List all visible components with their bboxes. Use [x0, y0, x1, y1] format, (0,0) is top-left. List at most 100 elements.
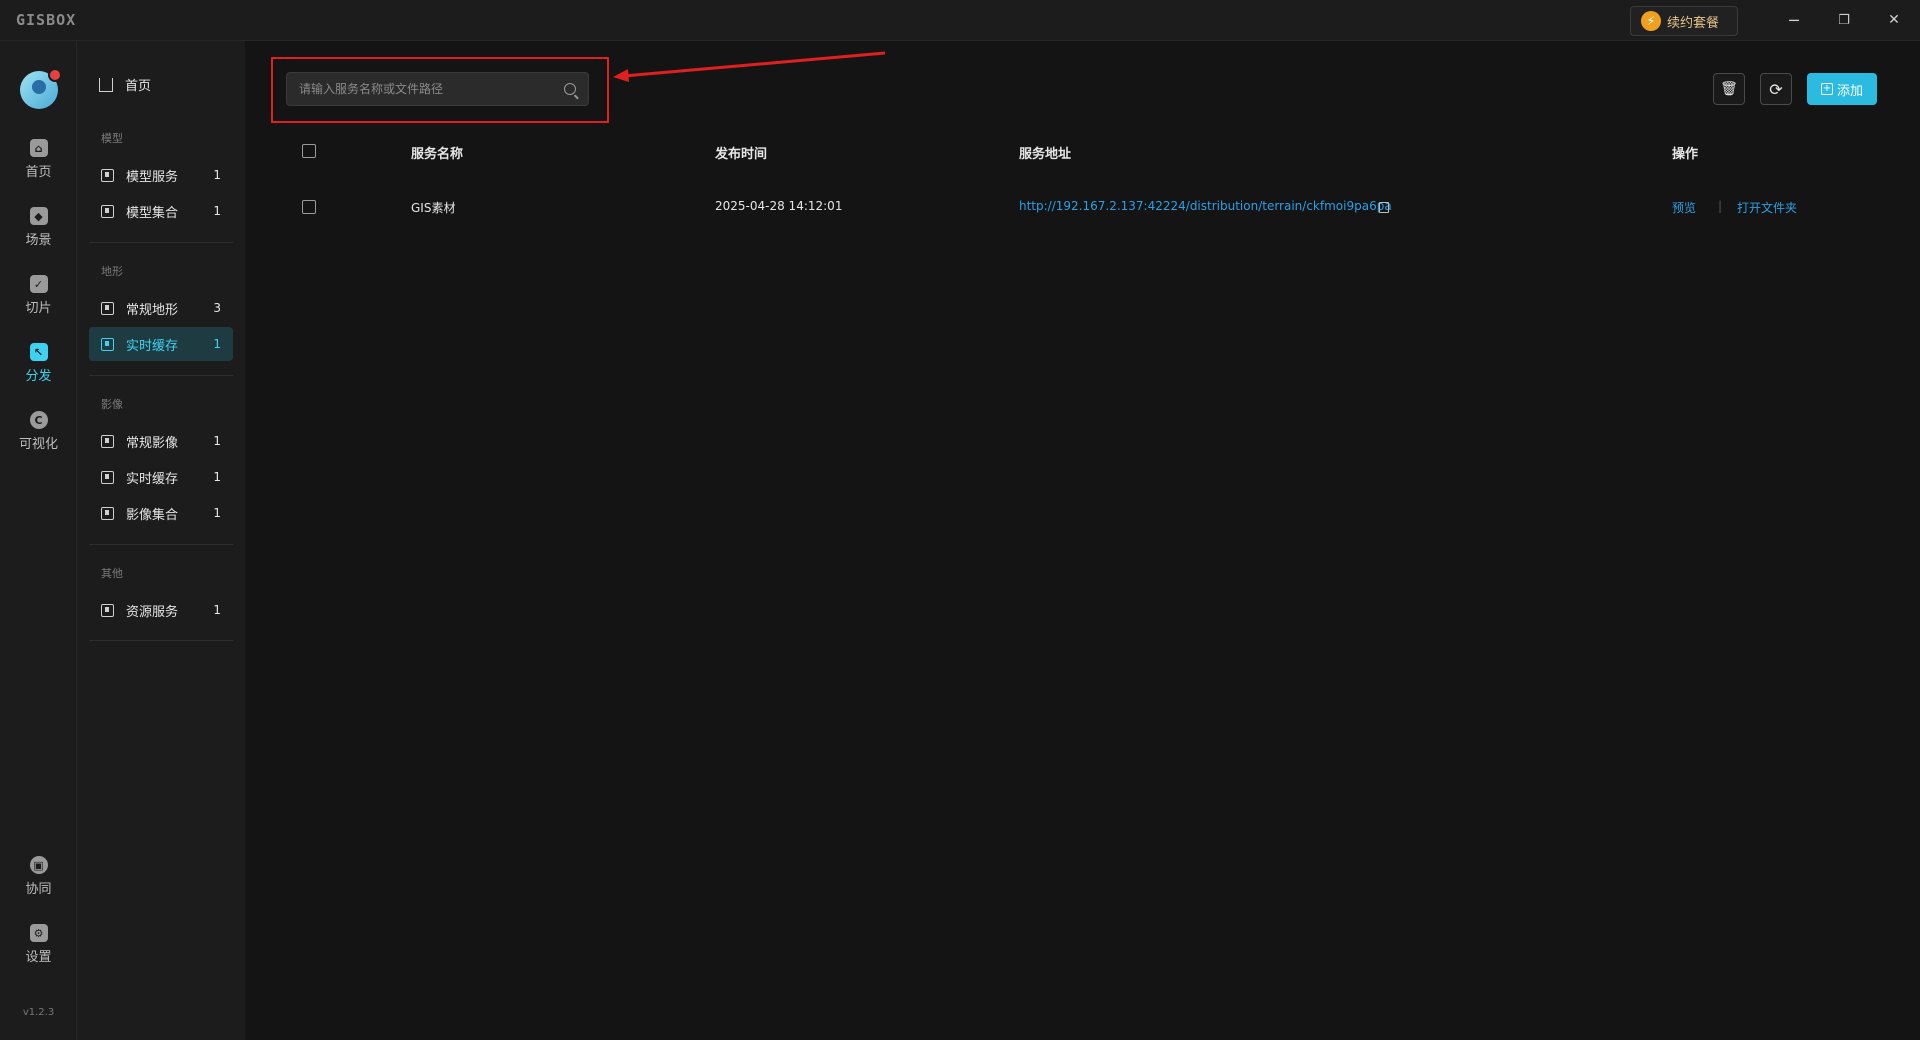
sidebar-item-label: 模型服务 — [126, 169, 179, 185]
divider — [89, 640, 233, 641]
sidebar-item-terrain-regular[interactable]: 常规地形 3 — [89, 291, 233, 325]
search-box[interactable] — [286, 72, 589, 106]
rail-item-label: 可视化 — [18, 437, 58, 452]
renew-plan-label: 续约套餐 — [1667, 15, 1720, 31]
row-checkbox[interactable] — [302, 200, 316, 214]
minimize-button[interactable]: ─ — [1782, 8, 1806, 32]
model-icon — [101, 204, 114, 218]
rail-item-label: 首页 — [25, 165, 52, 180]
rail-item-label: 切片 — [25, 301, 52, 316]
rail-item-slice[interactable]: ✓ 切片 — [0, 275, 77, 331]
sidebar-item-resource-service[interactable]: 资源服务 1 — [89, 593, 233, 627]
column-header-name: 服务名称 — [411, 147, 464, 162]
sidebar-item-label: 影像集合 — [126, 507, 179, 523]
secondary-sidebar: 首页 模型 模型服务 1 模型集合 1 地形 常规地形 3 实时缓存 1 影像 … — [77, 41, 245, 1040]
rail-item-label: 场景 — [25, 233, 52, 248]
select-all-checkbox[interactable] — [302, 144, 316, 158]
version-label: v1.2.3 — [22, 1007, 55, 1018]
sidebar-item-label: 实时缓存 — [126, 338, 179, 354]
imagery-icon — [101, 470, 114, 484]
copy-icon[interactable] — [1379, 202, 1389, 213]
model-icon — [101, 168, 114, 182]
rail-item-scene[interactable]: ◆ 场景 — [0, 207, 77, 263]
sidebar-item-label: 常规地形 — [126, 302, 179, 318]
slice-icon: ✓ — [29, 275, 48, 293]
rail-item-label: 设置 — [25, 950, 52, 965]
search-input[interactable] — [299, 82, 564, 96]
visualize-icon: C — [29, 411, 48, 429]
rail-item-visualize[interactable]: C 可视化 — [0, 411, 77, 467]
section-title-imagery: 影像 — [101, 398, 123, 411]
terrain-icon — [101, 301, 114, 315]
trash-icon: 🗑 — [1720, 81, 1738, 97]
rail-item-label: 分发 — [25, 369, 52, 384]
sidebar-item-imagery-realtime-cache[interactable]: 实时缓存 1 — [89, 460, 233, 494]
settings-icon: ⚙ — [29, 924, 48, 942]
sidebar-item-label: 常规影像 — [126, 435, 179, 451]
item-count: 1 — [213, 506, 221, 520]
item-count: 3 — [213, 301, 221, 315]
renew-plan-button[interactable]: ⚡ 续约套餐 — [1630, 6, 1738, 36]
home-icon: ⌂ — [29, 139, 48, 157]
sidebar-item-label: 首页 — [125, 79, 152, 94]
column-header-actions: 操作 — [1672, 147, 1699, 162]
resource-icon — [101, 603, 114, 617]
notification-badge — [48, 68, 62, 82]
column-header-address: 服务地址 — [1019, 147, 1072, 162]
sidebar-item-model-collection[interactable]: 模型集合 1 — [89, 194, 233, 228]
sidebar-item-label: 资源服务 — [126, 604, 179, 620]
refresh-button[interactable]: ⟳ — [1760, 73, 1792, 105]
distribute-icon: ↖ — [29, 343, 48, 361]
rail-item-home[interactable]: ⌂ 首页 — [0, 139, 77, 195]
terrain-icon — [101, 337, 114, 351]
item-count: 1 — [213, 204, 221, 218]
row-service-url[interactable]: http://192.167.2.137:42224/distribution/… — [1019, 199, 1392, 213]
preview-link[interactable]: 预览 — [1672, 199, 1696, 216]
sidebar-item-imagery-collection[interactable]: 影像集合 1 — [89, 496, 233, 530]
section-title-terrain: 地形 — [101, 265, 123, 278]
search-icon[interactable] — [564, 83, 576, 95]
restore-button[interactable]: ❐ — [1832, 8, 1856, 32]
sidebar-item-home[interactable]: 首页 — [99, 75, 151, 94]
item-count: 1 — [213, 168, 221, 182]
action-separator: | — [1718, 199, 1723, 213]
rail-item-label: 协同 — [25, 882, 52, 897]
column-header-time: 发布时间 — [715, 147, 768, 162]
sidebar-item-model-service[interactable]: 模型服务 1 — [89, 158, 233, 192]
lock-icon: ▣ — [29, 856, 48, 874]
home-icon — [99, 77, 113, 92]
section-title-model: 模型 — [101, 132, 123, 145]
plus-icon: + — [1820, 83, 1833, 95]
row-publish-time: 2025-04-28 14:12:01 — [715, 199, 843, 213]
item-count: 1 — [213, 603, 221, 617]
add-button-label: 添加 — [1836, 83, 1863, 99]
rail-item-collaborate[interactable]: ▣ 协同 — [0, 856, 77, 912]
title-bar: GISBOX ⚡ 续约套餐 ─ ❐ ✕ — [0, 0, 1920, 41]
divider — [89, 544, 233, 545]
add-button[interactable]: + 添加 — [1807, 73, 1877, 105]
avatar[interactable] — [20, 68, 62, 109]
row-service-name: GIS素材 — [411, 201, 456, 215]
rail-item-distribute[interactable]: ↖ 分发 — [0, 343, 77, 399]
delete-button[interactable]: 🗑 — [1713, 73, 1745, 105]
rail-item-settings[interactable]: ⚙ 设置 — [0, 924, 77, 980]
open-folder-link[interactable]: 打开文件夹 — [1737, 199, 1797, 216]
annotation-arrow — [613, 51, 886, 82]
refresh-icon: ⟳ — [1769, 79, 1783, 99]
primary-nav-rail: ⌂ 首页 ◆ 场景 ✓ 切片 ↖ 分发 C 可视化 ▣ 协同 ⚙ 设置 v1.2… — [0, 41, 77, 1040]
main-content — [245, 41, 1920, 1040]
imagery-icon — [101, 434, 114, 448]
item-count: 1 — [213, 470, 221, 484]
divider — [89, 242, 233, 243]
close-button[interactable]: ✕ — [1882, 8, 1906, 32]
sidebar-item-terrain-realtime-cache[interactable]: 实时缓存 1 — [89, 327, 233, 361]
cube-icon: ◆ — [29, 207, 48, 225]
sidebar-item-label: 实时缓存 — [126, 471, 179, 487]
imagery-icon — [101, 506, 114, 520]
sidebar-item-imagery-regular[interactable]: 常规影像 1 — [89, 424, 233, 458]
app-logo: GISBOX — [16, 11, 77, 29]
item-count: 1 — [213, 337, 221, 351]
item-count: 1 — [213, 434, 221, 448]
lightning-icon: ⚡ — [1641, 11, 1661, 31]
sidebar-item-label: 模型集合 — [126, 205, 179, 221]
